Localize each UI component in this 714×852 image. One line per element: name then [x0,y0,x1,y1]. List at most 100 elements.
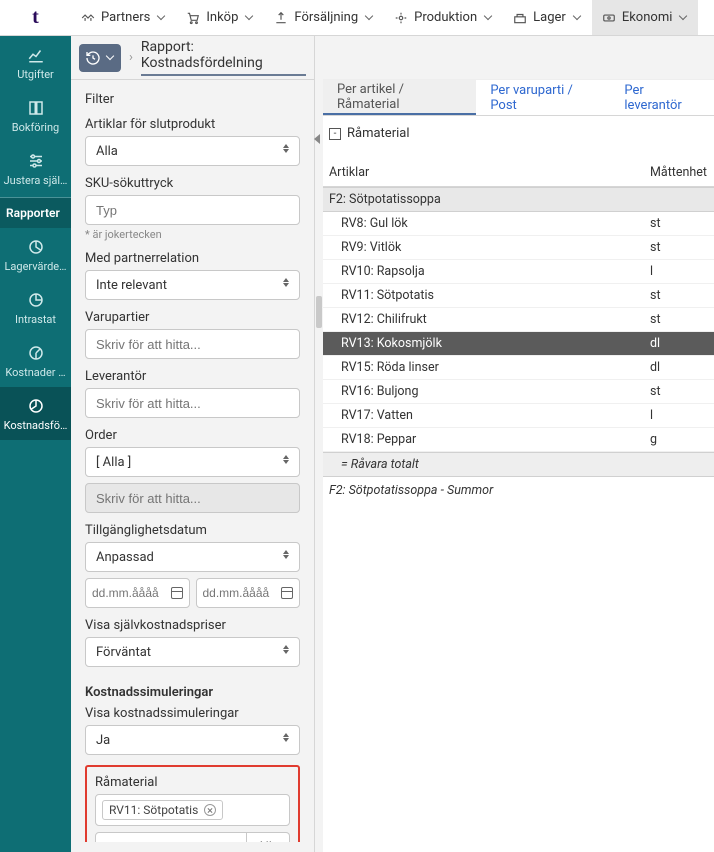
input-date-to[interactable] [196,578,301,608]
heading-simulations: Kostnadssimuleringar [85,685,300,700]
cell-unit: st [650,288,708,303]
select-costprices[interactable]: Förväntat [85,637,300,667]
splitter-handle[interactable] [316,296,322,328]
cell-unit: l [650,408,708,423]
input-rawmaterial-search[interactable] [95,832,247,842]
date-from-field[interactable] [92,579,171,607]
cell-unit: st [650,312,708,327]
chevron-down-icon [678,13,688,23]
nav-inkop[interactable]: Inköp [176,0,264,35]
calendar-icon[interactable] [281,587,293,599]
rail-kostnader[interactable]: Kostnader … [0,334,71,387]
group-row[interactable]: F2: Sötpotatissoppa [323,187,714,212]
table-row[interactable]: RV10: Rapsoljal [323,260,714,284]
subtotal-row: = Råvara totalt [323,452,714,477]
select-value: Alla [96,144,118,159]
rail-label: Lagervärde… [5,260,67,273]
label-sku: SKU-sökuttryck [85,176,300,191]
summary-row: F2: Sötpotatissoppa - Summor [323,477,714,504]
cell-unit: st [650,240,708,255]
nav-label: Lager [533,10,566,25]
select-articles[interactable]: Alla [85,136,300,166]
rail-lagervarde[interactable]: Lagervärde… [0,228,71,281]
select-value: [ Alla ] [96,455,131,470]
calendar-icon[interactable] [171,587,183,599]
select-partner[interactable]: Inte relevant [85,270,300,300]
label-show-sim: Visa kostnadssimuleringar [85,706,300,721]
nav-lager[interactable]: Lager [503,0,592,35]
pie-chart-icon [27,291,45,309]
history-icon [85,50,101,66]
input-lots[interactable] [85,329,300,359]
tab-per-artikel[interactable]: Per artikel / Råmaterial [323,80,476,115]
vendor-input-field[interactable] [96,389,289,417]
select-value: Förväntat [96,645,151,660]
cell-unit: st [650,384,708,399]
history-button[interactable] [79,44,121,72]
table-row[interactable]: RV17: Vattenl [323,404,714,428]
pie-chart-icon [27,397,45,415]
table-row[interactable]: RV12: Chilifruktst [323,308,714,332]
select-order[interactable]: [ Alla ] [85,447,300,477]
col-header-unit[interactable]: Måttenhet [650,165,708,180]
tree-root[interactable]: - Råmaterial [323,116,714,151]
nav-label: Försäljning [294,10,358,25]
nav-label: Inköp [206,10,238,25]
rail-justera[interactable]: Justera själ… [0,142,71,195]
table-row[interactable]: RV16: Buljongst [323,380,714,404]
chips-rawmaterial[interactable]: RV11: Sötpotatis [95,794,290,826]
tab-per-varuparti[interactable]: Per varuparti / Post [476,80,610,115]
col-header-articles[interactable]: Artiklar [329,165,650,180]
chip-remove-icon[interactable] [204,804,216,816]
top-nav: Partners Inköp Försäljning Produktion [71,0,698,35]
table-row[interactable]: RV8: Gul lökst [323,212,714,236]
table-row[interactable]: RV15: Röda linserdl [323,356,714,380]
label-order: Order [85,428,300,443]
lots-input-field[interactable] [96,330,289,358]
button-alla[interactable]: Alla [247,832,290,842]
chevron-down-icon [156,13,166,23]
input-date-from[interactable] [85,578,190,608]
book-icon [27,99,45,117]
table-row[interactable]: RV18: Pepparg [323,428,714,452]
input-sku[interactable] [85,195,300,225]
label-partner: Med partnerrelation [85,251,300,266]
label-vendor: Leverantör [85,369,300,384]
sku-hint: * är jokertecken [85,228,300,241]
table-row[interactable]: RV11: Sötpotatisst [323,284,714,308]
money-icon [602,11,616,25]
cell-article: RV8: Gul lök [341,216,650,231]
select-value: Ja [96,733,110,748]
rawmaterial-search-field[interactable] [106,833,236,842]
nav-forsaljning[interactable]: Försäljning [264,0,384,35]
collapse-toggle-icon[interactable]: - [329,128,341,140]
nav-label: Produktion [414,10,477,25]
table-row[interactable]: RV9: Vitlökst [323,236,714,260]
nav-partners[interactable]: Partners [71,0,176,35]
nav-ekonomi[interactable]: Ekonomi [592,0,699,35]
tab-per-leverantor[interactable]: Per leverantör [610,80,714,115]
sku-input-field[interactable] [96,196,289,224]
rail-label: Intrastat [15,313,56,326]
select-availability[interactable]: Anpassad [85,542,300,572]
main-header-spacer [323,36,714,80]
rail-utgifter[interactable]: Utgifter [0,36,71,89]
rail-intrastat[interactable]: Intrastat [0,281,71,334]
chip-rawmaterial[interactable]: RV11: Sötpotatis [102,800,223,820]
rail-bokforing[interactable]: Bokföring [0,89,71,142]
label-availability: Tillgänglighetsdatum [85,523,300,538]
top-menubar: t Partners Inköp Försäljning [0,0,714,36]
cell-article: RV17: Vatten [341,408,650,423]
rail-kostnadsfordelning[interactable]: Kostnadsfö… [0,387,71,440]
grid-header: Artiklar Måttenhet [323,151,714,187]
collapse-left-icon[interactable] [314,134,320,144]
cell-article: RV12: Chilifrukt [341,312,650,327]
select-show-sim[interactable]: Ja [85,725,300,755]
input-vendor[interactable] [85,388,300,418]
splitter[interactable] [315,36,323,852]
app-logo[interactable]: t [0,0,71,35]
table-row[interactable]: RV13: Kokosmjölkdl [323,332,714,356]
date-to-field[interactable] [203,579,282,607]
nav-produktion[interactable]: Produktion [384,0,503,35]
chevron-down-icon [364,13,374,23]
